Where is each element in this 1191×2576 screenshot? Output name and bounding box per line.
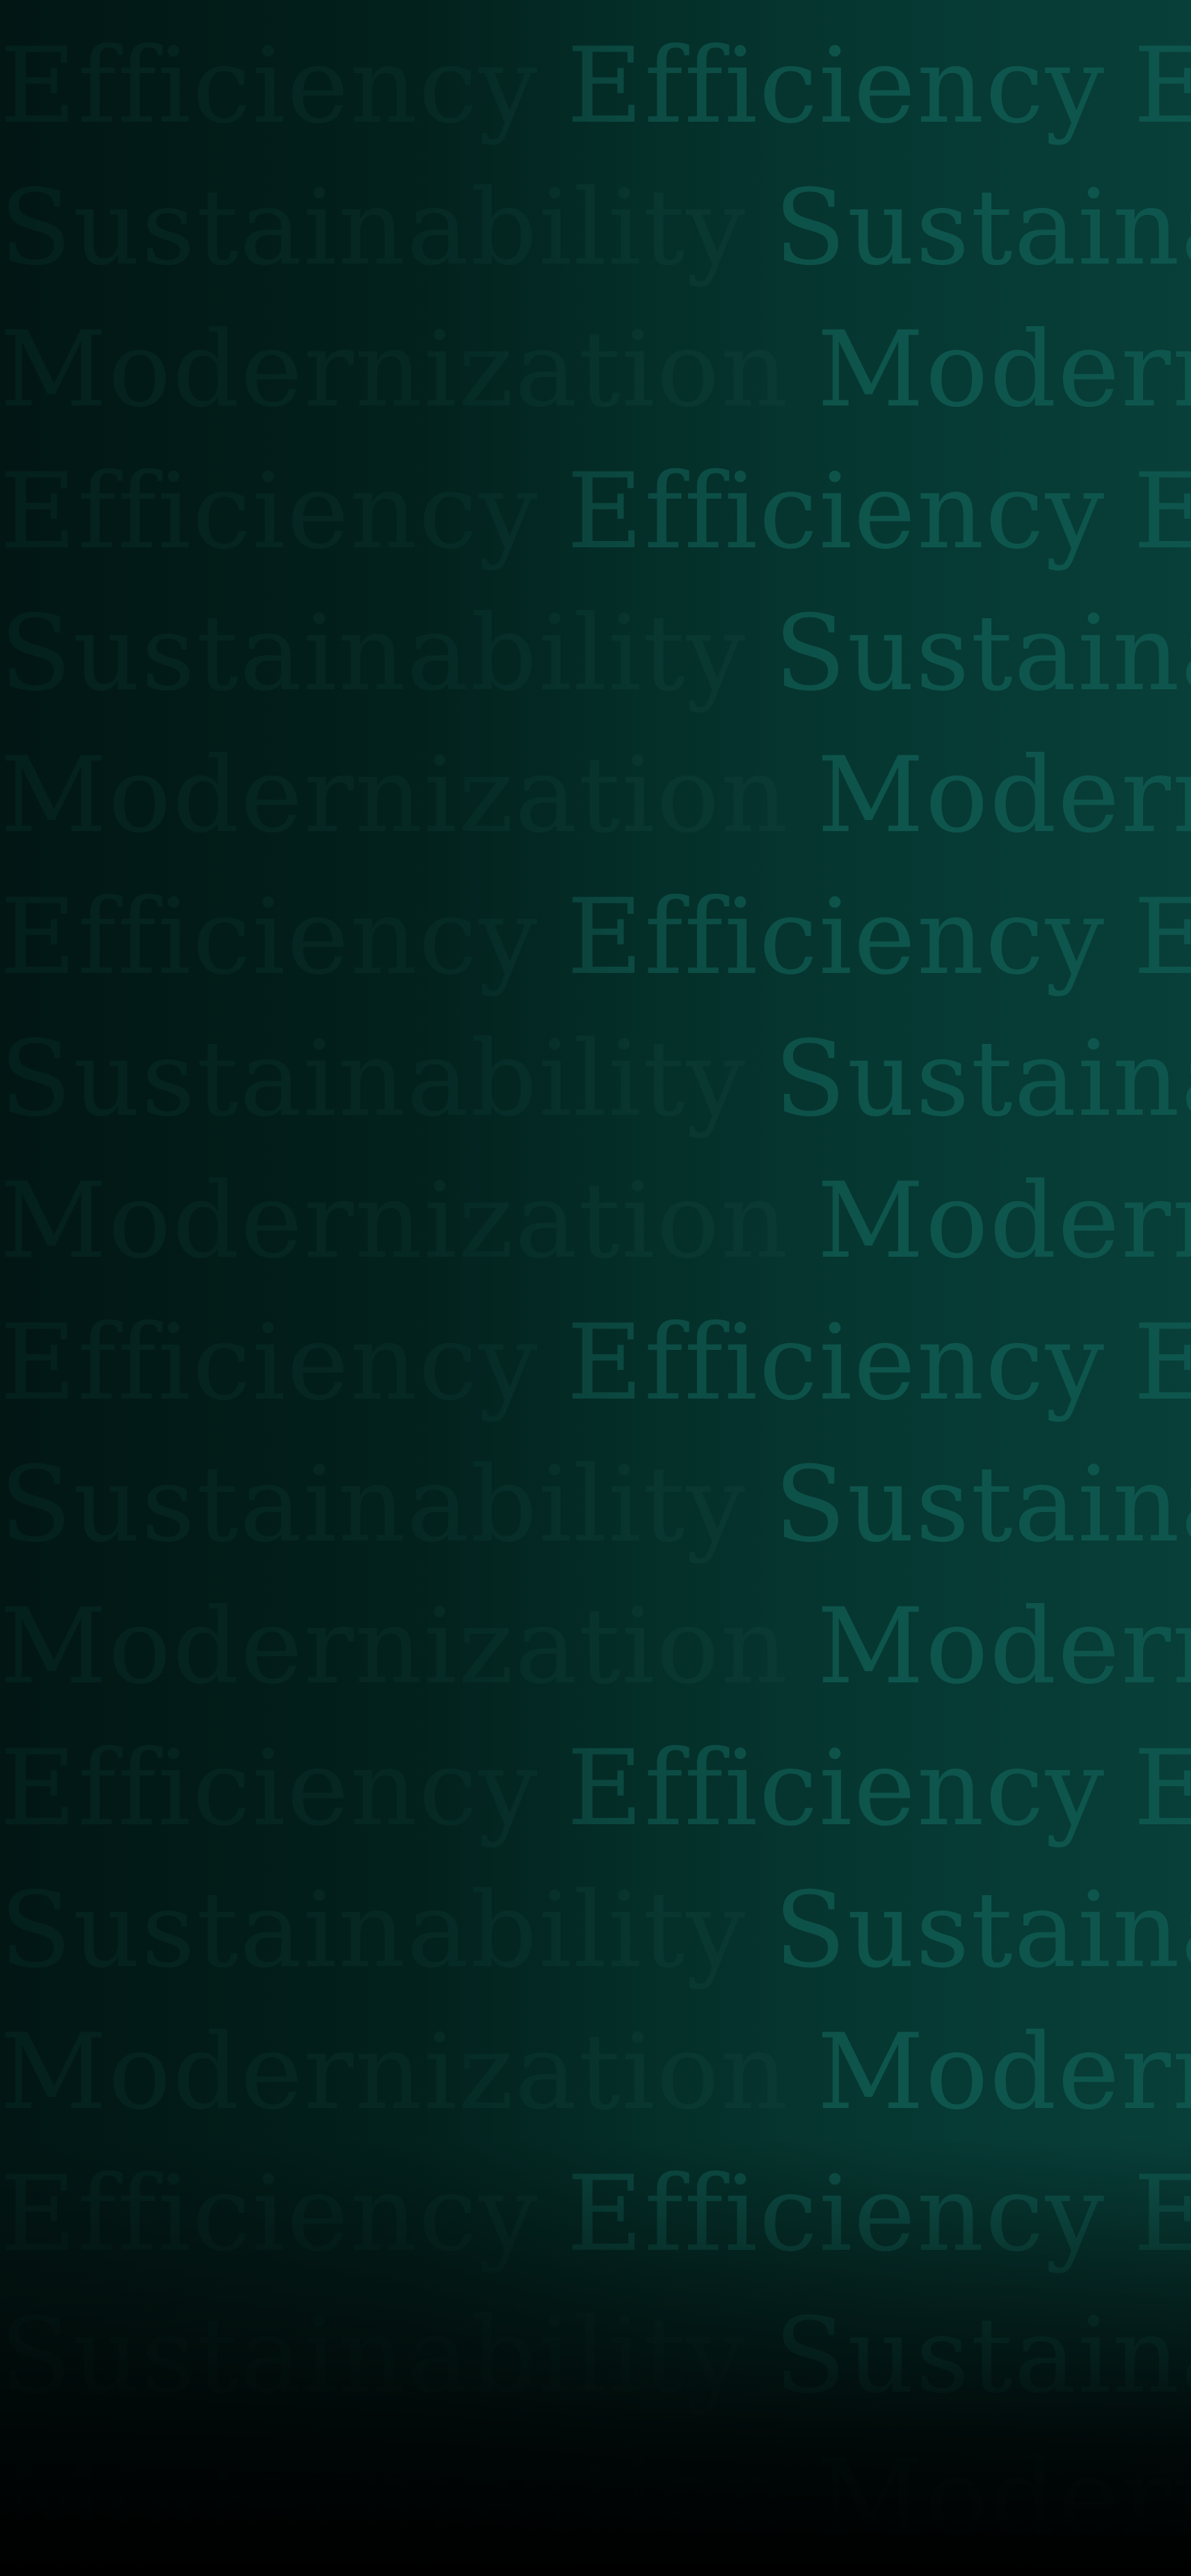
word-row: SustainabilitySustainability [0,1434,1191,1576]
background-word: Sustainability [0,1444,747,1565]
background-word: Sustainability [774,2296,1191,2417]
word-row: EfficiencyEfficiencyEfficiency [0,2143,1191,2285]
word-row: SustainabilitySustainability [0,1860,1191,2002]
background-word: Modernization [817,2438,1191,2559]
background-word: Efficiency [566,2154,1106,2275]
background-word: Efficiency [0,26,539,147]
background-panel: EfficiencyEfficiencyEfficiencySustainabi… [0,0,1191,2576]
background-word: Modernization [0,735,790,856]
word-row: EfficiencyEfficiencyEfficiency [0,441,1191,583]
background-word: Efficiency [0,877,539,998]
background-word: Sustainability [774,168,1191,289]
background-word: Modernization [817,735,1191,856]
word-row: EfficiencyEfficiencyEfficiency [0,1292,1191,1434]
word-row: SustainabilitySustainability [0,157,1191,299]
word-row: SustainabilitySustainability [0,583,1191,725]
background-word: Sustainability [0,1870,747,1991]
background-word: Efficiency [566,1303,1106,1424]
background-word: Modernization [0,1161,790,1282]
background-word: Efficiency [566,877,1106,998]
word-row: ModernizationModernization [0,725,1191,867]
word-row: EfficiencyEfficiencyEfficiency [0,867,1191,1008]
background-word: Sustainability [0,2296,747,2417]
word-row: SustainabilitySustainability [0,1008,1191,1150]
background-word: Efficiency [0,1303,539,1424]
word-row: ModernizationModernization [0,1150,1191,1292]
background-word: Sustainability [0,593,747,714]
background-word: Efficiency [1133,1303,1191,1424]
background-word: Sustainability [774,1444,1191,1565]
background-word: Modernization [817,2012,1191,2133]
background-word: Sustainability [774,1019,1191,1140]
word-row: ModernizationModernization [0,2427,1191,2569]
background-word: Efficiency [0,2154,539,2275]
background-word: Efficiency [0,451,539,572]
background-word: Efficiency [1133,877,1191,998]
background-word: Efficiency [566,451,1106,572]
background-word: Efficiency [1133,26,1191,147]
background-word: Sustainability [0,168,747,289]
word-row: ModernizationModernization [0,1576,1191,1718]
background-word: Modernization [0,309,790,430]
background-word: Efficiency [0,1728,539,1849]
background-word: Efficiency [1133,1728,1191,1849]
background-word: Efficiency [566,26,1106,147]
background-word: Modernization [817,1586,1191,1707]
background-word: Efficiency [566,1728,1106,1849]
background-word: Sustainability [774,1870,1191,1991]
background-word: Modernization [0,2438,790,2559]
background-word: Efficiency [1133,451,1191,572]
word-row: ModernizationModernization [0,299,1191,441]
background-word: Modernization [817,1161,1191,1282]
repeated-word-pattern: EfficiencyEfficiencyEfficiencySustainabi… [0,15,1191,2569]
background-word: Sustainability [0,1019,747,1140]
background-word: Modernization [0,2012,790,2133]
background-word: Modernization [817,309,1191,430]
word-row: ModernizationModernization [0,2002,1191,2143]
word-row: SustainabilitySustainability [0,2285,1191,2427]
background-word: Modernization [0,1586,790,1707]
word-row: EfficiencyEfficiencyEfficiency [0,15,1191,157]
word-row: EfficiencyEfficiencyEfficiency [0,1718,1191,1860]
background-word: Efficiency [1133,2154,1191,2275]
background-word: Sustainability [774,593,1191,714]
